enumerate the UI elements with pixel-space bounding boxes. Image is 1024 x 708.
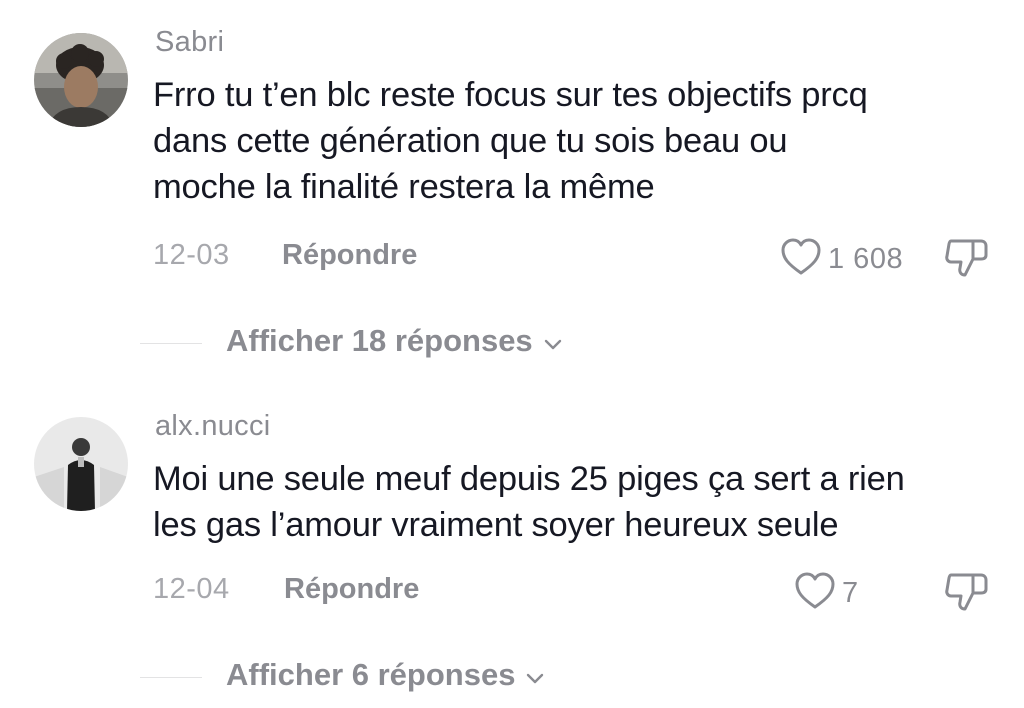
chevron-down-icon <box>543 323 563 359</box>
comment-text-line: les gas l’amour vraiment soyer heureux s… <box>153 506 839 544</box>
view-replies-label: Afficher 18 réponses <box>226 323 533 358</box>
comment-text: Frro tu t’en blc reste focus sur tes obj… <box>153 72 1013 210</box>
reply-button[interactable]: Répondre <box>282 239 417 272</box>
view-replies-button[interactable]: Afficher 18 réponses <box>226 323 563 359</box>
comment-text-line: moche la finalité restera la même <box>153 168 655 206</box>
comment-date: 12-03 <box>153 239 230 271</box>
like-count: 1 608 <box>828 243 904 275</box>
view-replies-row: Afficher 6 réponses <box>0 657 1024 697</box>
comment-text-line: dans cette génération que tu sois beau o… <box>153 122 788 160</box>
comment-actions: 12-03 Répondre 1 608 <box>0 237 1024 282</box>
thumbs-down-outline-icon <box>943 573 991 617</box>
comment-date: 12-04 <box>153 573 230 605</box>
divider <box>140 677 202 678</box>
comment-text-line: Frro tu t’en blc reste focus sur tes obj… <box>153 76 868 114</box>
avatar[interactable] <box>34 33 128 127</box>
comment-username[interactable]: alx.nucci <box>155 410 271 443</box>
comment-username[interactable]: Sabri <box>155 26 224 59</box>
heart-outline-icon <box>794 571 836 616</box>
comment-text: Moi une seule meuf depuis 25 piges ça se… <box>153 456 1013 548</box>
dislike-button[interactable] <box>943 235 991 284</box>
dislike-button[interactable] <box>943 569 991 618</box>
like-button[interactable]: 1 608 <box>780 237 903 282</box>
like-count: 7 <box>842 577 859 609</box>
comment-actions: 12-04 Répondre 7 <box>0 571 1024 616</box>
divider <box>140 343 202 344</box>
avatar-image-alx-nucci <box>34 417 128 511</box>
comment-text-line: Moi une seule meuf depuis 25 piges ça se… <box>153 460 905 498</box>
heart-outline-icon <box>780 237 822 282</box>
reply-button[interactable]: Répondre <box>284 573 419 606</box>
avatar-image-sabri <box>34 33 128 127</box>
like-button[interactable]: 7 <box>794 571 859 616</box>
chevron-down-icon <box>525 657 545 693</box>
view-replies-button[interactable]: Afficher 6 réponses <box>226 657 545 693</box>
avatar[interactable] <box>34 417 128 511</box>
view-replies-row: Afficher 18 réponses <box>0 323 1024 363</box>
thumbs-down-outline-icon <box>943 239 991 283</box>
view-replies-label: Afficher 6 réponses <box>226 657 516 692</box>
